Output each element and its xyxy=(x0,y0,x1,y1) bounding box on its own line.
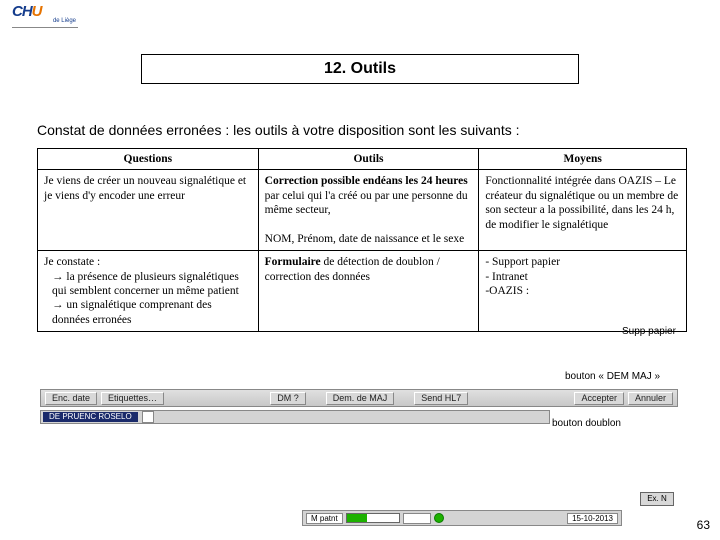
label-supp-papier: Supp papier xyxy=(622,326,676,337)
cell-q1: Je viens de créer un nouveau signalétiqu… xyxy=(38,170,259,251)
label-btn-dem-maj: bouton « DEM MAJ » xyxy=(565,371,660,382)
status-field xyxy=(403,513,431,524)
btn-etiquettes[interactable]: Etiquettes… xyxy=(101,392,164,405)
patient-icon xyxy=(142,411,154,423)
table-header-row: Questions Outils Moyens xyxy=(38,149,687,170)
btn-annuler[interactable]: Annuler xyxy=(628,392,673,405)
cell-m2: - Support papier - Intranet -OAZIS : xyxy=(479,251,687,332)
cell-q2: Je constate : → la présence de plusieurs… xyxy=(38,251,259,332)
col-moyens: Moyens xyxy=(479,149,687,170)
btn-ex-n[interactable]: Ex. N xyxy=(640,492,674,506)
logo-text: CHU xyxy=(12,3,42,20)
patient-chip: DE PRUENC ROSELO xyxy=(43,412,138,422)
table-row: Je constate : → la présence de plusieurs… xyxy=(38,251,687,332)
legacy-status-bar: M patnt 15-10-2013 xyxy=(302,510,622,526)
btn-enc-date[interactable]: Enc. date xyxy=(45,392,97,405)
subtitle: Constat de données erronées : les outils… xyxy=(37,122,520,138)
btn-dem-maj[interactable]: Dem. de MAJ xyxy=(326,392,395,405)
page-title: 12. Outils xyxy=(141,54,579,84)
tools-table: Questions Outils Moyens Je viens de crée… xyxy=(37,148,687,332)
progress-bar xyxy=(346,513,400,523)
cell-o1: Correction possible endéans les 24 heure… xyxy=(258,170,479,251)
btn-dm[interactable]: DM ? xyxy=(270,392,306,405)
status-date: 15-10-2013 xyxy=(567,513,618,524)
col-questions: Questions xyxy=(38,149,259,170)
btn-accepter[interactable]: Accepter xyxy=(574,392,624,405)
btn-send-hl7[interactable]: Send HL7 xyxy=(414,392,468,405)
legacy-patient-bar: DE PRUENC ROSELO xyxy=(40,410,550,424)
label-btn-doublon: bouton doublon xyxy=(552,418,621,429)
table-row: Je viens de créer un nouveau signalétiqu… xyxy=(38,170,687,251)
logo-subtext: de Liège xyxy=(53,18,76,24)
cell-o2: Formulaire de détection de doublon / cor… xyxy=(258,251,479,332)
col-outils: Outils xyxy=(258,149,479,170)
cell-m1: Fonctionnalité intégrée dans OAZIS – Le … xyxy=(479,170,687,251)
status-dot-icon xyxy=(434,513,444,523)
page-number: 63 xyxy=(697,518,710,532)
logo: CHU de Liège xyxy=(12,4,78,28)
status-field: M patnt xyxy=(306,513,343,524)
legacy-toolbar: Enc. date Etiquettes… DM ? Dem. de MAJ S… xyxy=(40,389,678,407)
